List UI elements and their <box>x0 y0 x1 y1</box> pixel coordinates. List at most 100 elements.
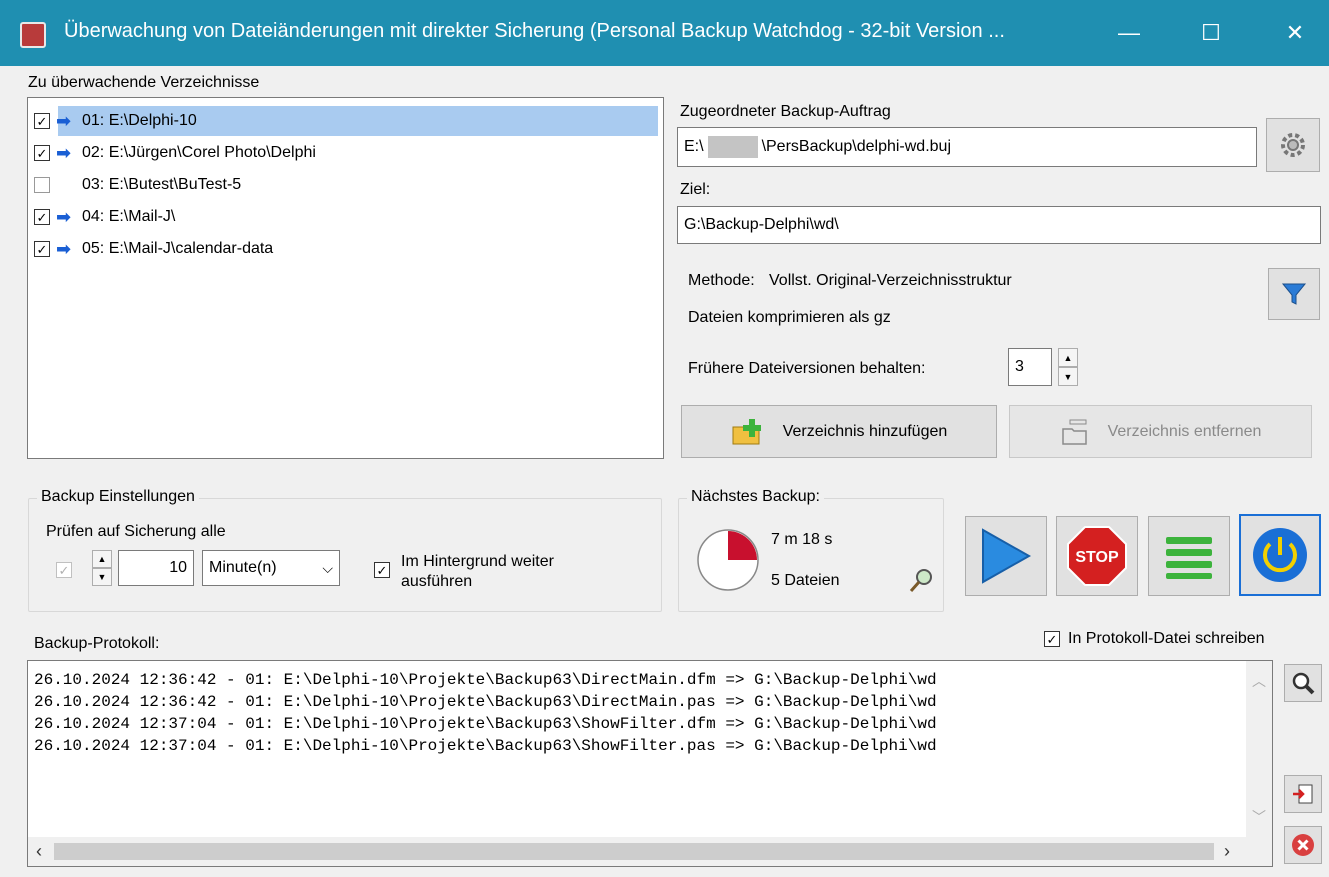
log-line: 26.10.2024 12:36:42 - 01: E:\Delphi-10\P… <box>34 693 937 711</box>
tree-item-label: 05: E:\Mail-J\calendar-data <box>82 240 274 257</box>
interval-stepper[interactable]: ▲ ▼ <box>92 550 112 586</box>
app-icon <box>20 22 46 48</box>
export-icon <box>1293 784 1313 804</box>
maximize-button[interactable]: ☐ <box>1166 0 1256 66</box>
arrow-right-icon: ➡ <box>56 238 72 259</box>
log-export-button[interactable] <box>1284 775 1322 813</box>
background-label-line1: Im Hintergrund weiter <box>401 553 554 570</box>
tree-item[interactable]: ✓ ➡ 02: E:\Jürgen\Corel Photo\Delphi <box>34 138 316 168</box>
method-label: Methode: <box>688 272 755 289</box>
remove-dir-button[interactable]: Verzeichnis entfernen <box>1009 405 1312 458</box>
log-line: 26.10.2024 12:37:04 - 01: E:\Delphi-10\P… <box>34 715 937 733</box>
log-panel[interactable]: 26.10.2024 12:36:42 - 01: E:\Delphi-10\P… <box>27 660 1273 867</box>
dirs-tree[interactable]: ✓ ➡ 01: E:\Delphi-10 ✓ ➡ 02: E:\Jürgen\C… <box>27 97 664 459</box>
remove-dir-label: Verzeichnis entfernen <box>1107 422 1262 440</box>
scroll-up-icon[interactable]: ︿ <box>1246 671 1272 691</box>
play-icon <box>982 528 1032 584</box>
job-settings-button[interactable] <box>1266 118 1320 172</box>
log-line: 26.10.2024 12:36:42 - 01: E:\Delphi-10\P… <box>34 671 937 689</box>
spin-up-icon[interactable]: ▲ <box>1058 348 1078 367</box>
check-interval-label: Prüfen auf Sicherung alle <box>46 523 226 540</box>
tree-item-checkbox[interactable] <box>34 177 50 193</box>
redacted-block <box>707 136 758 158</box>
gear-icon <box>1281 133 1305 157</box>
search-icon <box>1292 672 1315 695</box>
tree-item-label: 03: E:\Butest\BuTest-5 <box>82 176 242 193</box>
tree-item[interactable]: ✓ ➡ 05: E:\Mail-J\calendar-data <box>34 234 273 264</box>
versions-stepper[interactable]: ▲ ▼ <box>1058 348 1078 386</box>
title-bar: Überwachung von Dateiänderungen mit dire… <box>0 0 1329 66</box>
tree-item-label: 01: E:\Delphi-10 <box>82 112 197 129</box>
delete-icon <box>1292 834 1314 856</box>
minimize-button[interactable]: — <box>1084 0 1174 66</box>
dirs-label: Zu überwachende Verzeichnisse <box>28 74 260 91</box>
stop-icon: STOP <box>1067 526 1127 586</box>
log-lines: 26.10.2024 12:36:42 - 01: E:\Delphi-10\P… <box>34 669 1238 757</box>
tree-item-checkbox[interactable]: ✓ <box>34 145 50 161</box>
tree-item[interactable]: ✓ ➡ 04: E:\Mail-J\ <box>34 202 175 232</box>
power-button[interactable] <box>1239 514 1321 596</box>
background-label-line2: ausführen <box>401 573 473 590</box>
filter-icon <box>1281 283 1307 305</box>
log-view-button[interactable] <box>1284 664 1322 702</box>
scroll-left-icon[interactable]: ‹ <box>36 841 42 862</box>
show-list-button[interactable] <box>1148 516 1230 596</box>
log-line: 26.10.2024 12:37:04 - 01: E:\Delphi-10\P… <box>34 737 937 755</box>
scroll-corner <box>1246 837 1272 866</box>
tree-item-checkbox[interactable]: ✓ <box>34 209 50 225</box>
power-icon <box>1253 528 1307 582</box>
arrow-right-icon: ➡ <box>56 110 72 131</box>
log-label: Backup-Protokoll: <box>34 635 160 652</box>
scroll-right-icon[interactable]: › <box>1224 841 1230 862</box>
start-button[interactable] <box>965 516 1047 596</box>
close-button[interactable]: ✕ <box>1250 0 1329 66</box>
spin-down-icon[interactable]: ▼ <box>92 568 112 586</box>
spin-up-icon[interactable]: ▲ <box>92 550 112 568</box>
countdown-pie <box>697 529 759 591</box>
next-backup-legend: Nächstes Backup: <box>687 488 824 506</box>
magnifier-icon[interactable] <box>906 566 936 596</box>
tree-item-checkbox[interactable]: ✓ <box>34 241 50 257</box>
arrow-right-icon: ➡ <box>56 206 72 227</box>
stop-button[interactable]: STOP <box>1056 516 1138 596</box>
backup-settings-legend: Backup Einstellungen <box>37 488 199 506</box>
background-checkbox[interactable]: ✓ <box>374 562 390 578</box>
write-logfile-checkbox[interactable]: ✓ <box>1044 631 1060 647</box>
window-title: Überwachung von Dateiänderungen mit dire… <box>64 20 1005 42</box>
background-label: Im Hintergrund weiter ausführen <box>401 552 554 592</box>
next-files: 5 Dateien <box>771 572 840 589</box>
chevron-down-icon: ⌵ <box>322 559 333 576</box>
interval-unit-select[interactable]: Minute(n) ⌵ <box>202 550 340 586</box>
interval-unit-value: Minute(n) <box>209 559 277 576</box>
tree-item[interactable]: ➡ 03: E:\Butest\BuTest-5 <box>34 170 241 200</box>
list-icon <box>1166 537 1212 579</box>
spin-down-icon[interactable]: ▼ <box>1058 367 1078 386</box>
tree-item-label: 02: E:\Jürgen\Corel Photo\Delphi <box>82 144 316 161</box>
tree-item[interactable]: ✓ ➡ 01: E:\Delphi-10 <box>34 106 197 136</box>
target-field[interactable]: G:\Backup-Delphi\wd\ <box>677 206 1321 244</box>
folder-remove-icon <box>1061 419 1087 445</box>
job-file-field[interactable]: E:\ \PersBackup\delphi-wd.buj <box>677 127 1257 167</box>
add-dir-button[interactable]: Verzeichnis hinzufügen <box>681 405 997 458</box>
job-file-suffix: \PersBackup\delphi-wd.buj <box>761 138 951 155</box>
folder-add-icon <box>732 418 761 444</box>
interval-enabled-checkbox[interactable]: ✓ <box>56 562 72 578</box>
horizontal-scrollbar[interactable]: ‹ › <box>28 837 1246 866</box>
tree-item-label: 04: E:\Mail-J\ <box>82 208 176 225</box>
vertical-scrollbar[interactable]: ︿ ﹀ <box>1246 661 1272 837</box>
log-clear-button[interactable] <box>1284 826 1322 864</box>
write-logfile-label: In Protokoll-Datei schreiben <box>1068 630 1265 647</box>
versions-input[interactable]: 3 <box>1008 348 1052 386</box>
interval-input[interactable]: 10 <box>118 550 194 586</box>
job-label: Zugeordneter Backup-Auftrag <box>680 103 891 120</box>
next-time: 7 m 18 s <box>771 531 833 548</box>
versions-label: Frühere Dateiversionen behalten: <box>688 360 926 377</box>
countdown-slice <box>728 531 757 560</box>
arrow-right-icon: ➡ <box>56 142 72 163</box>
scroll-down-icon[interactable]: ﹀ <box>1246 807 1272 827</box>
scroll-thumb[interactable] <box>54 843 1214 860</box>
filter-button[interactable] <box>1268 268 1320 320</box>
compress-label: Dateien komprimieren als gz <box>688 309 891 326</box>
method-value: Vollst. Original-Verzeichnisstruktur <box>769 272 1012 289</box>
tree-item-checkbox[interactable]: ✓ <box>34 113 50 129</box>
